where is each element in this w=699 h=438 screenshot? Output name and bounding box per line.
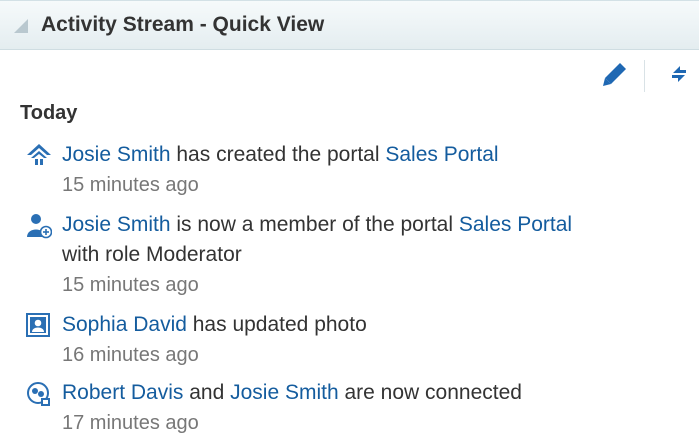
connection-icon [26, 378, 62, 438]
portal-link[interactable]: Sales Portal [385, 143, 498, 166]
actor-link[interactable]: Robert Davis [62, 381, 183, 404]
triangle-disclosure-icon[interactable] [13, 16, 31, 34]
activity-text: has created the portal [170, 143, 386, 166]
activity-text-2: are now connected [338, 381, 522, 404]
pencil-icon [601, 60, 629, 93]
activity-time: 15 minutes ago [62, 274, 199, 296]
panel-header: Activity Stream - Quick View [0, 0, 699, 50]
activity-item: Josie Smith is now a member of the porta… [26, 210, 572, 300]
edit-button[interactable] [597, 58, 633, 94]
activity-text: and [183, 381, 231, 404]
actor-link[interactable]: Josie Smith [62, 213, 171, 236]
activity-text: is now a member of the portal [170, 213, 459, 236]
group-label-today: Today [20, 102, 78, 124]
actor-link-2[interactable]: Josie Smith [230, 381, 339, 404]
activity-item: Josie Smith has created the portal Sales… [26, 140, 499, 200]
user-add-icon [26, 210, 62, 300]
panel-title: Activity Stream - Quick View [41, 13, 325, 36]
toolbar-divider [644, 60, 645, 92]
activity-time: 15 minutes ago [62, 174, 199, 196]
refresh-button[interactable] [661, 58, 697, 94]
portal-icon [26, 140, 62, 200]
toolbar [579, 58, 699, 94]
portal-link[interactable]: Sales Portal [459, 213, 572, 236]
activity-text-line2: with role Moderator [62, 243, 242, 266]
actor-link[interactable]: Josie Smith [62, 143, 171, 166]
activity-text: has updated photo [186, 313, 367, 336]
activity-item: Robert Davis and Josie Smith are now con… [26, 378, 522, 438]
refresh-arrows-icon [668, 62, 690, 91]
activity-item: Sophia David has updated photo 16 minute… [26, 310, 367, 370]
activity-time: 16 minutes ago [62, 344, 199, 366]
actor-link[interactable]: Sophia David [62, 313, 187, 336]
photo-icon [26, 310, 62, 370]
